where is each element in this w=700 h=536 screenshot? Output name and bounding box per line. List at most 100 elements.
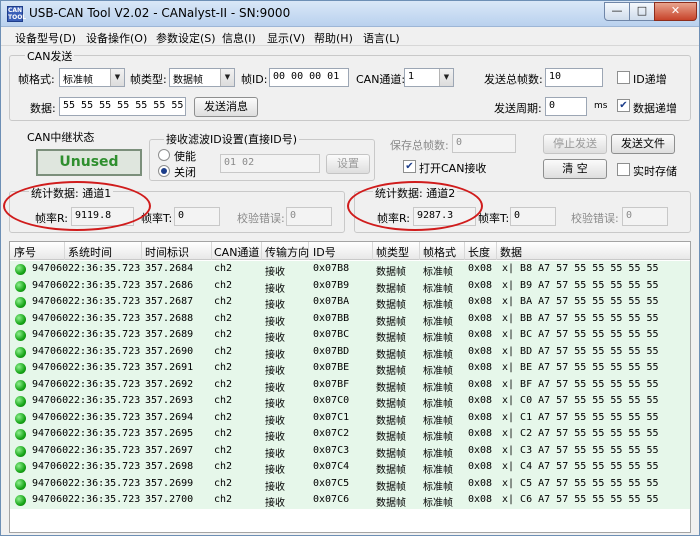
row-frame-type: 数据帧 — [376, 432, 406, 443]
table-row[interactable]: 947060 22:36:35.723 357.2700 ch2 接收 0x07C6 数据帧… — [10, 492, 690, 509]
chevron-down-icon: ▼ — [220, 69, 234, 86]
chevron-down-icon: ▼ — [110, 69, 124, 86]
row-direction: 接收 — [265, 267, 285, 278]
can-channel-select[interactable]: 1 ▼ — [404, 68, 454, 87]
row-can-channel: ch2 — [214, 461, 233, 472]
row-length: 0x08 — [468, 395, 493, 406]
id-increment-checkbox[interactable] — [617, 71, 630, 84]
column-divider[interactable] — [261, 242, 262, 260]
column-header-length[interactable]: 长度 — [468, 244, 490, 260]
row-data: x| C1 A7 57 55 55 55 55 55 — [502, 411, 659, 423]
column-header-frame-type[interactable]: 帧类型 — [376, 244, 409, 260]
frame-format-select[interactable]: 标准帧 ▼ — [59, 68, 125, 87]
frame-id-label: 帧ID: — [241, 73, 268, 86]
table-row[interactable]: 947060 22:36:35.723 357.2689 ch2 接收 0x07BC 数据帧… — [10, 327, 690, 344]
row-length: 0x08 — [468, 345, 493, 357]
send-message-button[interactable]: 发送消息 — [194, 97, 258, 117]
row-frame-format: 标准帧 — [423, 349, 453, 361]
table-row[interactable]: 947060 22:36:35.723 357.2688 ch2 接收 0x07BB 数据帧… — [10, 310, 690, 328]
table-header: 序号 系统时间 时间标识 CAN通道 传输方向 ID号 帧类型 帧格式 长度 数… — [10, 242, 690, 260]
column-divider[interactable] — [372, 242, 373, 260]
table-row[interactable]: 947060 22:36:35.723 357.2690 ch2 接收 0x07BD 数据帧… — [10, 343, 690, 361]
row-system-time: 22:36:35.723 — [68, 345, 141, 357]
row-index: 947060 — [32, 263, 69, 274]
data-increment-checkbox[interactable]: ✔ — [617, 99, 630, 112]
maximize-button[interactable]: □ — [629, 2, 655, 21]
minimize-button[interactable]: — — [604, 2, 630, 21]
table-row[interactable]: 947060 22:36:35.723 357.2684 ch2 接收 0x07B8 数据帧… — [10, 261, 690, 278]
menu-view[interactable]: 显示(V) — [267, 30, 305, 46]
send-file-button[interactable]: 发送文件 — [611, 134, 675, 154]
column-divider[interactable] — [211, 242, 212, 260]
column-divider[interactable] — [464, 242, 465, 260]
column-header-index[interactable]: 序号 — [14, 244, 36, 260]
filter-disable-radio[interactable] — [158, 165, 170, 177]
filter-id-input[interactable]: 01 02 — [220, 154, 320, 173]
table-row[interactable]: 947060 22:36:35.723 357.2691 ch2 接收 0x07BE 数据帧… — [10, 360, 690, 377]
row-timestamp: 357.2699 — [145, 477, 194, 489]
status-dot-icon — [15, 297, 26, 308]
filter-enable-radio[interactable] — [158, 149, 170, 161]
total-frames-label: 发送总帧数: — [484, 73, 543, 86]
column-header-direction[interactable]: 传输方向 — [265, 244, 309, 260]
data-input[interactable]: 55 55 55 55 55 55 55 55 — [59, 97, 186, 116]
clear-button[interactable]: 清 空 — [543, 159, 607, 179]
row-data: x| C5 A7 57 55 55 55 55 55 — [502, 477, 659, 489]
row-frame-type: 数据帧 — [376, 366, 406, 377]
row-length: 0x08 — [468, 312, 493, 324]
stats-ch1-rate-t-value: 0 — [174, 207, 220, 226]
menu-language[interactable]: 语言(L) — [363, 30, 400, 46]
column-header-can-channel[interactable]: CAN通道 — [214, 244, 259, 260]
table-row[interactable]: 947060 22:36:35.723 357.2694 ch2 接收 0x07C1 数据帧… — [10, 409, 690, 427]
stop-send-button[interactable]: 停止发送 — [543, 134, 607, 154]
column-divider[interactable] — [496, 242, 497, 260]
row-data: x| C3 A7 57 55 55 55 55 55 — [502, 444, 659, 456]
row-timestamp: 357.2700 — [145, 494, 194, 505]
title-bar[interactable]: CAN TOOL USB-CAN Tool V2.02 - CANalyst-I… — [1, 1, 699, 27]
column-header-id[interactable]: ID号 — [313, 244, 336, 260]
column-divider[interactable] — [419, 242, 420, 260]
total-frames-input[interactable]: 10 — [545, 68, 603, 87]
column-header-timestamp[interactable]: 时间标识 — [145, 244, 189, 260]
column-header-system-time[interactable]: 系统时间 — [68, 244, 112, 260]
row-frame-format: 标准帧 — [423, 432, 453, 443]
frame-type-value: 数据帧 — [173, 75, 203, 86]
row-index: 947060 — [32, 477, 69, 489]
frame-id-input[interactable]: 00 00 00 01 — [269, 68, 349, 87]
close-button[interactable]: ✕ — [654, 2, 697, 21]
table-row[interactable]: 947060 22:36:35.723 357.2695 ch2 接收 0x07C2 数据帧… — [10, 426, 690, 443]
frame-type-select[interactable]: 数据帧 ▼ — [169, 68, 235, 87]
send-period-input[interactable]: 0 — [545, 97, 587, 116]
table-row[interactable]: 947060 22:36:35.723 357.2693 ch2 接收 0x07C0 数据帧… — [10, 393, 690, 410]
save-total-input[interactable]: 0 — [452, 134, 516, 153]
menu-help[interactable]: 帮助(H) — [314, 30, 353, 46]
row-timestamp: 357.2697 — [145, 444, 194, 456]
menu-device-model[interactable]: 设备型号(D) — [15, 30, 76, 46]
table-row[interactable]: 947060 22:36:35.723 357.2697 ch2 接收 0x07C3 数据帧… — [10, 442, 690, 460]
row-data: x| B8 A7 57 55 55 55 55 55 — [502, 263, 659, 274]
column-divider[interactable] — [141, 242, 142, 260]
row-timestamp: 357.2690 — [145, 345, 194, 357]
column-divider[interactable] — [64, 242, 65, 260]
row-can-channel: ch2 — [214, 296, 233, 307]
menu-parameter-settings[interactable]: 参数设定(S) — [156, 30, 216, 46]
row-system-time: 22:36:35.723 — [68, 296, 141, 307]
table-row[interactable]: 947060 22:36:35.723 357.2699 ch2 接收 0x07C5 数据帧… — [10, 475, 690, 493]
row-id: 0x07BE — [313, 362, 350, 373]
row-length: 0x08 — [468, 494, 493, 505]
status-dot-icon — [15, 462, 26, 473]
menu-info[interactable]: 信息(I) — [222, 30, 256, 46]
table-row[interactable]: 947060 22:36:35.723 357.2698 ch2 接收 0x07C4 数据帧… — [10, 459, 690, 476]
row-frame-type: 数据帧 — [376, 316, 406, 328]
column-divider[interactable] — [308, 242, 309, 260]
table-row[interactable]: 947060 22:36:35.723 357.2687 ch2 接收 0x07BA 数据帧… — [10, 294, 690, 311]
menu-device-operation[interactable]: 设备操作(O) — [86, 30, 147, 46]
column-header-frame-format[interactable]: 帧格式 — [423, 244, 456, 260]
realtime-save-checkbox[interactable] — [617, 163, 630, 176]
column-header-data[interactable]: 数据 — [500, 244, 522, 260]
table-row[interactable]: 947060 22:36:35.723 357.2686 ch2 接收 0x07B9 数据帧… — [10, 277, 690, 295]
open-can-receive-checkbox[interactable]: ✔ — [403, 160, 416, 173]
table-row[interactable]: 947060 22:36:35.723 357.2692 ch2 接收 0x07BF 数据帧… — [10, 376, 690, 394]
filter-set-button[interactable]: 设置 — [326, 154, 370, 174]
message-table[interactable]: 序号 系统时间 时间标识 CAN通道 传输方向 ID号 帧类型 帧格式 长度 数… — [9, 241, 691, 533]
